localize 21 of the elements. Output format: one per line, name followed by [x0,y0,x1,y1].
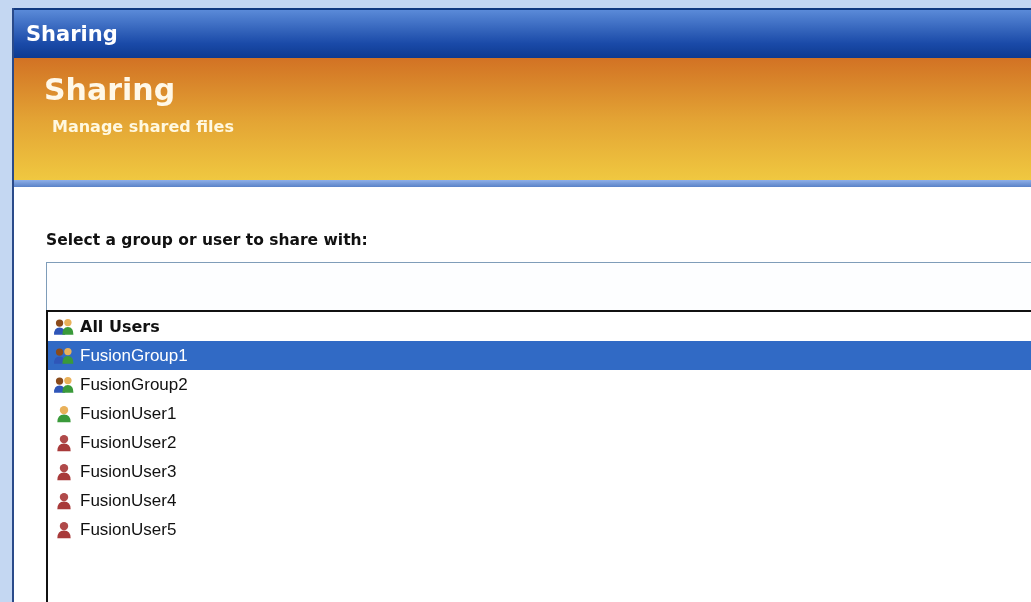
user-icon [54,404,74,423]
user-group-icon [54,346,74,365]
user-group-icon [54,375,74,394]
list-item[interactable]: FusionGroup2 [48,370,1031,399]
list-item[interactable]: FusionUser5 [48,515,1031,544]
user-icon [54,433,74,452]
user-icon [54,462,74,481]
list-item[interactable]: FusionUser3 [48,457,1031,486]
list-item[interactable]: FusionUser1 [48,399,1031,428]
prompt-label: Select a group or user to share with: [46,231,369,249]
user-group-icon [54,317,74,336]
header-title: Sharing [44,72,177,107]
list-item[interactable]: FusionUser4 [48,486,1031,515]
search-field[interactable] [46,262,1031,310]
list-item[interactable]: All Users [48,312,1031,341]
user-icon [54,520,74,539]
user-icon [54,491,74,510]
window-title: Sharing [26,22,118,46]
header-subtitle: Manage shared files [52,117,235,136]
list-item[interactable]: FusionUser2 [48,428,1031,457]
list-item[interactable]: FusionGroup1 [48,341,1031,370]
